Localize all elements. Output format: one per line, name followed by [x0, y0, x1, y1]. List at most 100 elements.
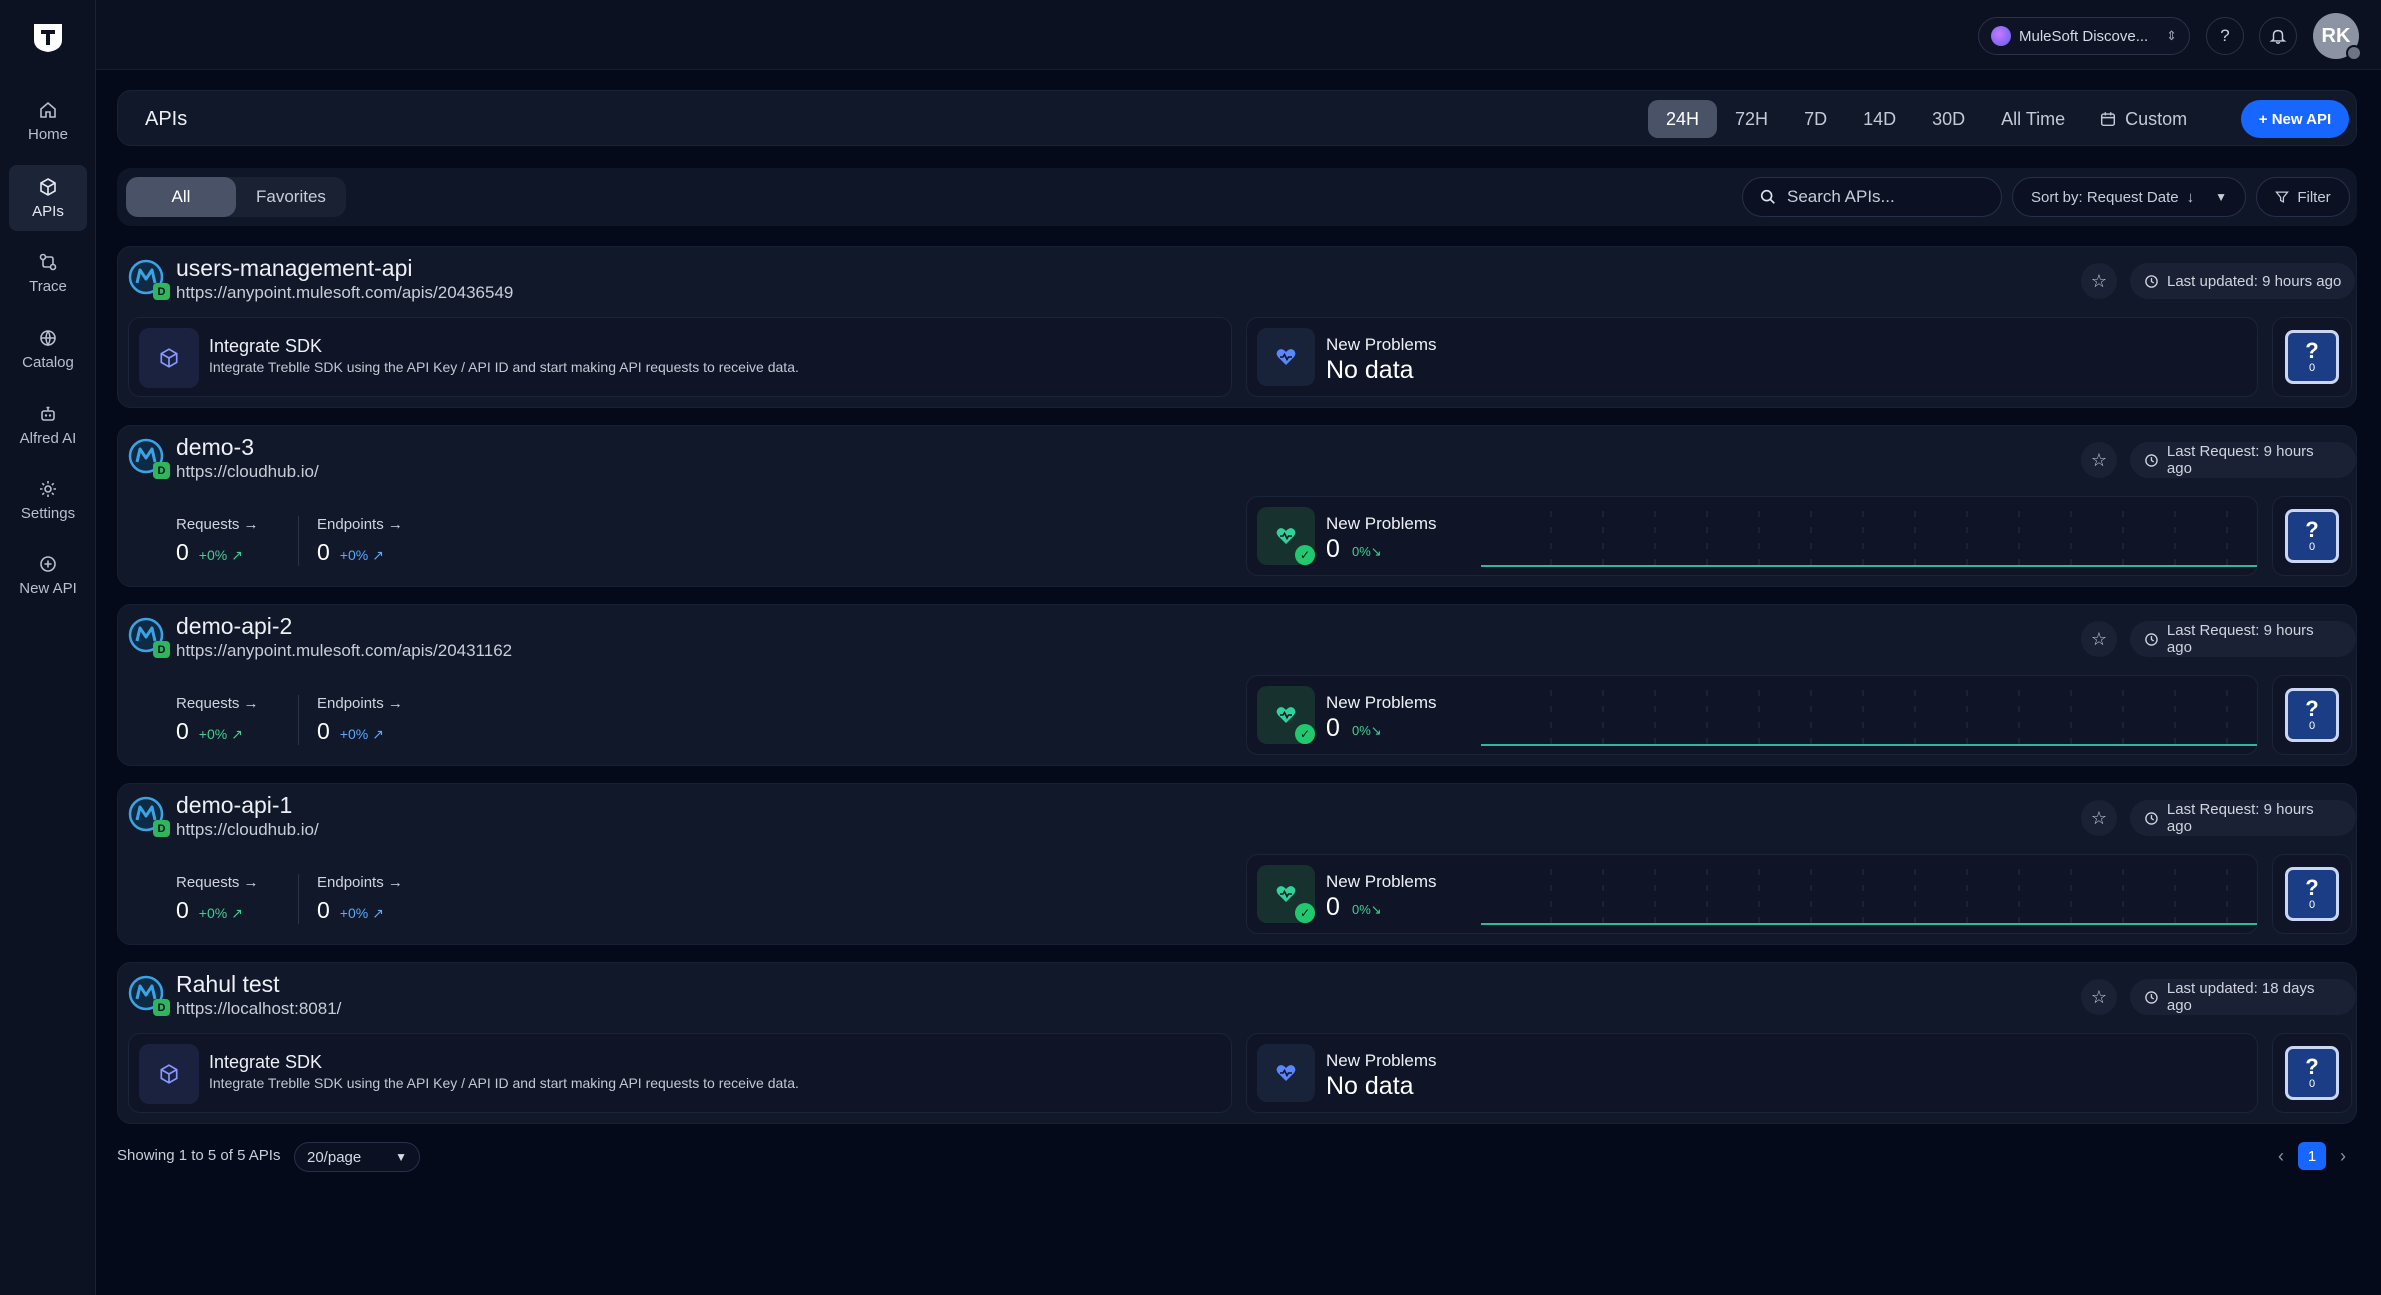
- catalog-icon: [40, 329, 56, 346]
- sidebar-item-new-api[interactable]: New API: [9, 542, 87, 608]
- home-icon: [40, 101, 56, 118]
- api-card[interactable]: D demo-api-1 https://cloudhub.io/ ☆ Last…: [117, 783, 2357, 945]
- api-score-value: 0: [2308, 362, 2316, 374]
- caret-down-icon: ▼: [395, 1150, 407, 1164]
- api-score-box[interactable]: ? 0: [2272, 496, 2352, 576]
- new-problems-panel[interactable]: ✓ New Problems 0 0%↘: [1246, 675, 2258, 755]
- org-selector[interactable]: MuleSoft Discove... ⇕: [1978, 17, 2190, 55]
- clock-icon: [2145, 632, 2158, 646]
- endpoints-metric[interactable]: Endpoints → 0 +0% ↗: [298, 695, 438, 745]
- requests-metric[interactable]: Requests → 0 +0% ↗: [176, 874, 298, 924]
- range-24h-button[interactable]: 24H: [1648, 100, 1718, 138]
- gear-icon: [40, 480, 56, 497]
- sdk-cube-icon: [139, 1044, 199, 1104]
- range-7d-button[interactable]: 7D: [1786, 100, 1845, 138]
- range-14d-button[interactable]: 14D: [1845, 100, 1914, 138]
- api-score-badge: ? 0: [2285, 688, 2339, 742]
- api-score-box[interactable]: ? 0: [2272, 854, 2352, 934]
- search-input[interactable]: Search APIs...: [1742, 177, 2002, 217]
- environment-badge: D: [153, 999, 170, 1016]
- endpoints-metric[interactable]: Endpoints → 0 +0% ↗: [298, 516, 438, 566]
- api-score-box[interactable]: ? 0: [2272, 1033, 2352, 1113]
- sort-dropdown[interactable]: Sort by: Request Date ↓ ▼: [2012, 177, 2246, 217]
- api-score-badge: ? 0: [2285, 867, 2339, 921]
- api-url: https://anypoint.mulesoft.com/apis/20431…: [176, 641, 513, 660]
- range-all-time-button[interactable]: All Time: [1983, 100, 2083, 138]
- pagination-summary: Showing 1 to 5 of 5 APIs: [117, 1147, 281, 1164]
- favorite-star-icon[interactable]: ☆: [2081, 621, 2117, 657]
- api-name[interactable]: demo-3: [176, 434, 254, 461]
- health-heart-icon: ✓: [1257, 865, 1315, 923]
- api-name[interactable]: demo-api-2: [176, 613, 292, 640]
- integrate-sdk-panel[interactable]: Integrate SDK Integrate Treblle SDK usin…: [128, 1033, 1232, 1113]
- calendar-icon: [2101, 112, 2116, 127]
- requests-metric[interactable]: Requests → 0 +0% ↗: [176, 516, 298, 566]
- sidebar-item-home[interactable]: Home: [9, 88, 87, 154]
- help-button[interactable]: ?: [2206, 17, 2244, 55]
- favorite-star-icon[interactable]: ☆: [2081, 800, 2117, 836]
- sidebar-item-trace[interactable]: Trace: [9, 240, 87, 306]
- api-score-value: 0: [2308, 541, 2316, 553]
- api-name[interactable]: Rahul test: [176, 971, 280, 998]
- new-problems-panel[interactable]: New Problems No data: [1246, 317, 2258, 397]
- sidebar-item-apis[interactable]: APIs: [9, 165, 87, 231]
- range-custom-button[interactable]: Custom: [2083, 100, 2203, 138]
- tab-all[interactable]: All: [126, 177, 236, 217]
- clock-icon: [2145, 453, 2158, 467]
- page-number-button[interactable]: 1: [2298, 1142, 2326, 1170]
- sdk-description: Integrate Treblle SDK using the API Key …: [209, 1075, 799, 1091]
- page-size-select[interactable]: 20/page ▼: [294, 1142, 420, 1172]
- api-score-box[interactable]: ? 0: [2272, 317, 2352, 397]
- sidebar-item-catalog[interactable]: Catalog: [9, 316, 87, 382]
- sidebar-item-label: APIs: [32, 202, 64, 220]
- time-range-selector: 24H 72H 7D 14D 30D All Time Custom: [1648, 100, 2203, 138]
- problems-value: No data: [1326, 1072, 1414, 1100]
- prev-page-icon[interactable]: ‹: [2278, 1146, 2284, 1167]
- sidebar-item-settings[interactable]: Settings: [9, 467, 87, 533]
- treblle-logo[interactable]: [30, 18, 66, 54]
- new-problems-panel[interactable]: ✓ New Problems 0 0%↘: [1246, 854, 2258, 934]
- user-avatar[interactable]: RK: [2313, 13, 2362, 61]
- api-card[interactable]: D Rahul test https://localhost:8081/ ☆ L…: [117, 962, 2357, 1124]
- robot-icon: [41, 406, 55, 421]
- plus-circle-icon: [40, 555, 56, 572]
- range-30d-button[interactable]: 30D: [1914, 100, 1983, 138]
- bell-icon: [2269, 29, 2287, 44]
- apis-icon: [40, 177, 56, 196]
- new-api-button[interactable]: + New API: [2241, 100, 2349, 138]
- requests-value: 0: [176, 539, 189, 565]
- tab-favorites[interactable]: Favorites: [236, 177, 346, 217]
- trace-icon: [39, 253, 57, 270]
- new-problems-panel[interactable]: New Problems No data: [1246, 1033, 2258, 1113]
- range-72h-button[interactable]: 72H: [1717, 100, 1786, 138]
- problems-delta: 0%↘: [1352, 544, 1382, 559]
- sidebar-item-alfred-ai[interactable]: Alfred AI: [9, 392, 87, 458]
- sort-label: Sort by: Request Date: [2031, 188, 2179, 206]
- next-page-icon[interactable]: ›: [2340, 1146, 2346, 1167]
- page-size-value: 20/page: [307, 1148, 362, 1166]
- favorite-star-icon[interactable]: ☆: [2081, 979, 2117, 1015]
- search-placeholder: Search APIs...: [1787, 187, 1895, 206]
- api-score-box[interactable]: ? 0: [2272, 675, 2352, 755]
- requests-metric[interactable]: Requests → 0 +0% ↗: [176, 695, 298, 745]
- filter-label: Filter: [2297, 188, 2331, 206]
- endpoints-metric[interactable]: Endpoints → 0 +0% ↗: [298, 874, 438, 924]
- api-name[interactable]: demo-api-1: [176, 792, 292, 819]
- notifications-button[interactable]: [2259, 17, 2297, 55]
- api-score-badge: ? 0: [2285, 509, 2339, 563]
- api-card[interactable]: D demo-3 https://cloudhub.io/ ☆ Last Req…: [117, 425, 2357, 587]
- new-problems-panel[interactable]: ✓ New Problems 0 0%↘: [1246, 496, 2258, 576]
- problems-delta: 0%↘: [1352, 723, 1382, 738]
- filter-button[interactable]: Filter: [2256, 177, 2350, 217]
- requests-delta: +0% ↗: [198, 905, 243, 921]
- api-card[interactable]: D users-management-api https://anypoint.…: [117, 246, 2357, 408]
- check-icon: ✓: [1295, 545, 1315, 565]
- api-name[interactable]: users-management-api: [176, 255, 413, 282]
- apis-header: APIs 24H 72H 7D 14D 30D All Time Custom …: [117, 90, 2357, 146]
- api-card[interactable]: D demo-api-2 https://anypoint.mulesoft.c…: [117, 604, 2357, 766]
- health-heart-icon: [1257, 328, 1315, 386]
- favorite-star-icon[interactable]: ☆: [2081, 442, 2117, 478]
- integrate-sdk-panel[interactable]: Integrate SDK Integrate Treblle SDK usin…: [128, 317, 1232, 397]
- problems-sparkline: [1481, 690, 2257, 746]
- favorite-star-icon[interactable]: ☆: [2081, 263, 2117, 299]
